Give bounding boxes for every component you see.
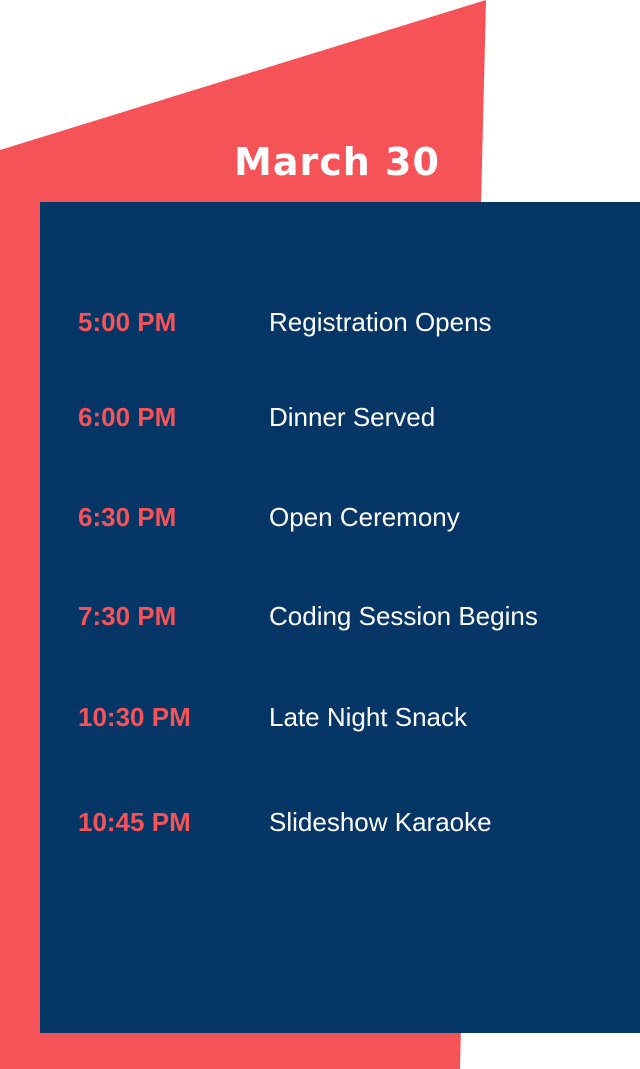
schedule-date-title: March 30: [234, 140, 440, 184]
event-name: Dinner Served: [269, 402, 436, 432]
schedule-row: 10:30 PM Late Night Snack: [78, 697, 638, 737]
schedule-row: 10:45 PM Slideshow Karaoke: [78, 802, 638, 842]
event-name: Open Ceremony: [269, 502, 460, 532]
schedule-row: 6:30 PM Open Ceremony: [78, 497, 638, 537]
event-time: 7:30 PM: [78, 601, 177, 631]
schedule-row: 7:30 PM Coding Session Begins: [78, 596, 638, 636]
schedule-panel: 5:00 PM Registration Opens 6:00 PM Dinne…: [40, 202, 640, 1033]
event-time: 6:00 PM: [78, 402, 177, 432]
schedule-graphic: March 30 5:00 PM Registration Opens 6:00…: [0, 0, 640, 1069]
event-name: Registration Opens: [269, 307, 492, 337]
schedule-row: 5:00 PM Registration Opens: [78, 302, 638, 342]
event-time: 6:30 PM: [78, 502, 177, 532]
event-name: Late Night Snack: [269, 702, 468, 732]
event-name: Coding Session Begins: [269, 601, 538, 631]
event-time: 5:00 PM: [78, 307, 177, 337]
schedule-row: 6:00 PM Dinner Served: [78, 397, 638, 437]
event-time: 10:30 PM: [78, 702, 191, 732]
event-time: 10:45 PM: [78, 807, 191, 837]
event-name: Slideshow Karaoke: [269, 807, 492, 837]
